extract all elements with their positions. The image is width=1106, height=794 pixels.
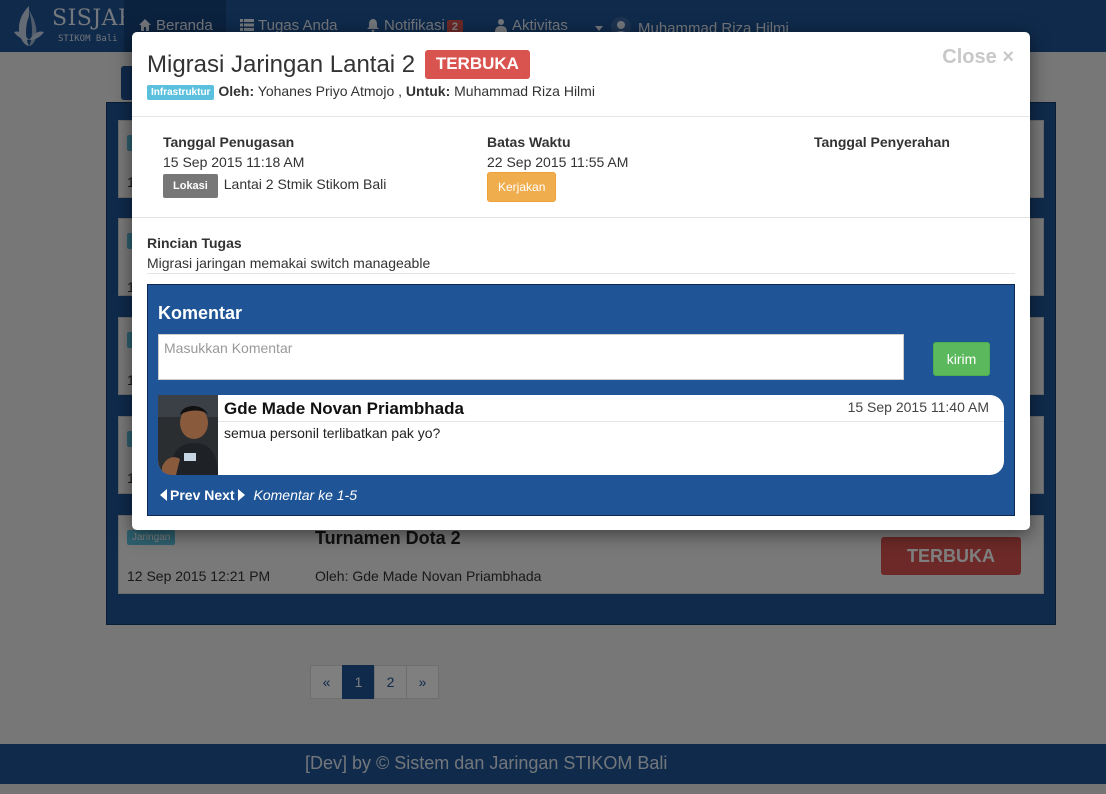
comment-date: 15 Sep 2015 11:40 AM: [847, 399, 989, 415]
comment-item: Gde Made Novan Priambhada 15 Sep 2015 11…: [158, 395, 1004, 475]
for-value: Muhammad Riza Hilmi: [454, 83, 595, 99]
prev-comments-link[interactable]: Prev: [160, 487, 200, 503]
deadline-heading: Batas Waktu: [487, 134, 571, 150]
triangle-left-icon: [160, 489, 167, 501]
assigned-date: 15 Sep 2015 11:18 AM: [163, 154, 305, 170]
location-label: Lokasi: [163, 174, 218, 198]
modal-title-row: Migrasi Jaringan Lantai 2 TERBUKA: [147, 50, 530, 79]
commenter-avatar: [158, 395, 218, 475]
by-label: Oleh:: [218, 83, 255, 99]
comment-panel: Komentar kirim Gde Made Novan Priambhada…: [147, 284, 1015, 516]
submission-heading: Tanggal Penyerahan: [814, 134, 950, 150]
assigned-heading: Tanggal Penugasan: [163, 134, 295, 150]
divider: [218, 421, 1004, 422]
location-value: Lantai 2 Stmik Stikom Bali: [223, 176, 387, 192]
commenter-name: Gde Made Novan Priambhada: [224, 399, 464, 418]
detail-text: Migrasi jaringan memakai switch manageab…: [147, 255, 431, 271]
comment-range: Komentar ke 1-5: [253, 487, 358, 503]
deadline-column: Batas Waktu 22 Sep 2015 11:55 AM Kerjaka…: [487, 134, 628, 202]
by-value: Yohanes Priyo Atmojo ,: [257, 83, 403, 99]
prev-label: Prev: [170, 487, 201, 503]
submission-column: Tanggal Penyerahan: [814, 134, 950, 154]
comment-heading: Komentar: [158, 303, 243, 323]
divider: [147, 273, 1015, 274]
for-label: Untuk:: [405, 83, 451, 99]
kerjakan-button[interactable]: Kerjakan: [487, 172, 557, 202]
next-comments-link[interactable]: Next: [204, 487, 245, 503]
triangle-right-icon: [237, 489, 245, 501]
category-badge: Infrastruktur: [147, 85, 215, 100]
comment-text: semua personil terlibatkan pak yo?: [224, 425, 441, 441]
detail-heading: Rincian Tugas: [147, 235, 242, 251]
close-button[interactable]: Close ×: [942, 46, 1014, 69]
divider: [132, 116, 1030, 117]
status-badge: TERBUKA: [424, 50, 530, 79]
divider: [132, 217, 1030, 218]
assigned-column: Tanggal Penugasan 15 Sep 2015 11:18 AM L…: [163, 134, 386, 198]
comment-input[interactable]: [158, 334, 904, 380]
task-meta: Infrastruktur Oleh: Yohanes Priyo Atmojo…: [147, 83, 595, 100]
comment-pagination: Prev Next Komentar ke 1-5: [160, 487, 357, 503]
deadline-date: 22 Sep 2015 11:55 AM: [487, 154, 629, 170]
next-label: Next: [204, 487, 235, 503]
send-comment-button[interactable]: kirim: [933, 342, 990, 376]
task-detail-modal: Migrasi Jaringan Lantai 2 TERBUKA Close …: [132, 32, 1030, 530]
modal-title: Migrasi Jaringan Lantai 2: [147, 51, 416, 78]
